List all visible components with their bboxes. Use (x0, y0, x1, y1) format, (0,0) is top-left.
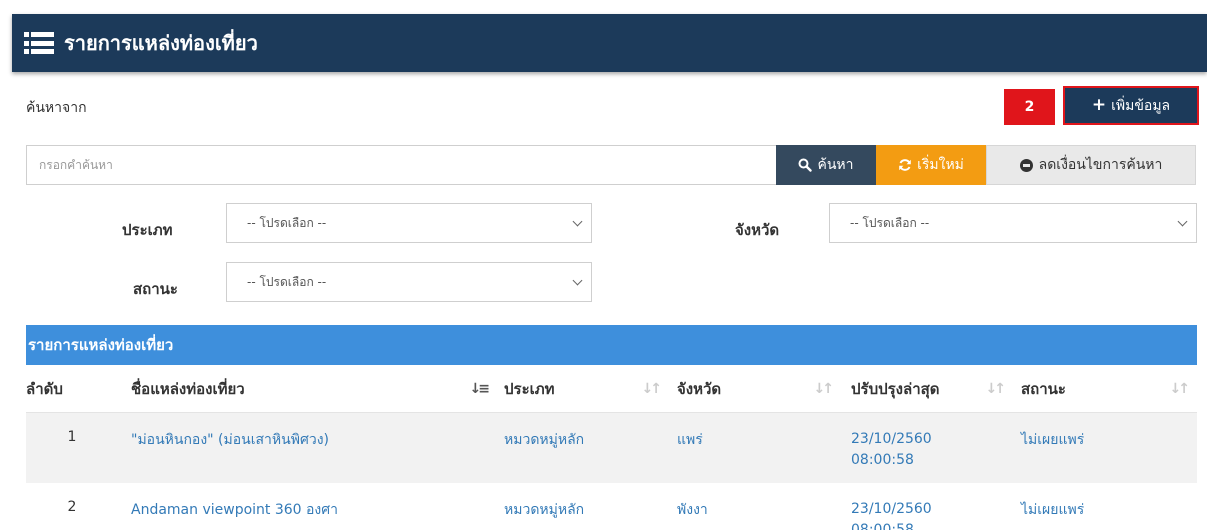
minus-circle-icon (1019, 158, 1033, 172)
page-header: รายการแหล่งท่องเที่ยว (12, 14, 1207, 72)
chevron-down-icon (572, 216, 583, 227)
sort-desc-icon: ↓≡ (469, 381, 491, 397)
status-filter-label: สถานะ (133, 280, 178, 298)
province-filter-label: จังหวัด (735, 221, 780, 239)
page-title: รายการแหล่งท่องเที่ยว (64, 31, 258, 55)
reset-button-label: เริ่มใหม่ (917, 157, 964, 173)
type-filter-label: ประเภท (122, 221, 173, 239)
reset-button[interactable]: เริ่มใหม่ (876, 145, 986, 185)
search-placeholder: กรอกคำค้นหา (39, 157, 113, 172)
attraction-province: พังงา (677, 502, 708, 518)
updated-date: 23/10/2560 (851, 431, 932, 447)
reduce-conditions-label: ลดเงื่อนไขการค้นหา (1038, 157, 1163, 173)
updated-time: 08:00:58 (851, 452, 914, 468)
chevron-down-icon (572, 275, 583, 286)
attraction-status[interactable]: ไม่เผยแพร่ (1013, 483, 1197, 530)
reduce-conditions-button[interactable]: ลดเงื่อนไขการค้นหา (986, 145, 1196, 185)
attraction-updated: 23/10/2560 08:00:58 (841, 483, 1013, 530)
column-header-label: ปรับปรุงล่าสุด (851, 379, 940, 398)
column-header-status[interactable]: สถานะ ↓↑ (1013, 365, 1197, 412)
search-button[interactable]: ค้นหา (776, 145, 876, 185)
column-header-label: สถานะ (1021, 379, 1066, 398)
sort-icon: ↓↑ (641, 381, 663, 397)
column-header-updated[interactable]: ปรับปรุงล่าสุด ↓↑ (841, 365, 1013, 412)
table-row: 1 "ม่อนหินกอง" (ม่อนเสาหินพิศวง) หมวดหมู… (26, 413, 1197, 483)
status-select[interactable]: -- โปรดเลือก -- (226, 262, 592, 302)
type-select[interactable]: -- โปรดเลือก -- (226, 203, 592, 243)
type-select-value: -- โปรดเลือก -- (247, 215, 327, 230)
attraction-name-link[interactable]: Andaman viewpoint 360 องศา (118, 483, 497, 530)
attraction-type: หมวดหมู่หลัก (504, 502, 585, 518)
attraction-name-link[interactable]: "ม่อนหินกอง" (ม่อนเสาหินพิศวง) (118, 413, 497, 483)
list-icon (24, 32, 54, 54)
column-header-label: ชื่อแหล่งท่องเที่ยว (131, 379, 245, 398)
refresh-icon (899, 159, 911, 171)
column-header-name[interactable]: ชื่อแหล่งท่องเที่ยว ↓≡ (118, 365, 497, 412)
table-header-row: ลำดับ ชื่อแหล่งท่องเที่ยว ↓≡ ประเภท ↓↑ จ… (26, 365, 1197, 413)
attraction-type: หมวดหมู่หลัก (504, 432, 585, 448)
province-select[interactable]: -- โปรดเลือก -- (829, 203, 1197, 243)
plus-icon: + (1091, 95, 1107, 115)
search-button-label: ค้นหา (817, 157, 854, 173)
attraction-status[interactable]: ไม่เผยแพร่ (1013, 413, 1197, 483)
step-badge: 2 (1004, 89, 1055, 125)
chevron-down-icon (1177, 216, 1188, 227)
updated-date: 23/10/2560 (851, 501, 932, 517)
search-from-label: ค้นหาจาก (26, 100, 87, 116)
updated-time: 08:00:58 (851, 522, 914, 530)
sort-icon: ↓↑ (813, 381, 835, 397)
table-row: 2 Andaman viewpoint 360 องศา หมวดหมู่หลั… (26, 483, 1197, 530)
status-select-value: -- โปรดเลือก -- (247, 274, 327, 289)
attractions-table: ลำดับ ชื่อแหล่งท่องเที่ยว ↓≡ ประเภท ↓↑ จ… (26, 365, 1197, 530)
list-panel-title: รายการแหล่งท่องเที่ยว (26, 325, 1197, 365)
add-data-label: เพิ่มข้อมูล (1111, 97, 1171, 114)
row-number: 1 (67, 429, 77, 445)
attraction-province: แพร่ (677, 432, 703, 448)
column-header-label: ประเภท (504, 379, 555, 398)
province-select-value: -- โปรดเลือก -- (850, 215, 930, 230)
sort-icon: ↓↑ (985, 381, 1007, 397)
search-icon (798, 158, 813, 172)
sort-icon: ↓↑ (1169, 381, 1191, 397)
add-data-button[interactable]: + เพิ่มข้อมูล (1063, 86, 1199, 125)
attraction-updated: 23/10/2560 08:00:58 (841, 413, 1013, 483)
column-header-label: จังหวัด (677, 379, 722, 398)
column-header-label: ลำดับ (26, 379, 63, 398)
column-header-province[interactable]: จังหวัด ↓↑ (669, 365, 841, 412)
row-number: 2 (67, 499, 77, 515)
column-header-no[interactable]: ลำดับ (26, 365, 118, 412)
search-input[interactable]: กรอกคำค้นหา (26, 145, 776, 185)
column-header-type[interactable]: ประเภท ↓↑ (497, 365, 669, 412)
